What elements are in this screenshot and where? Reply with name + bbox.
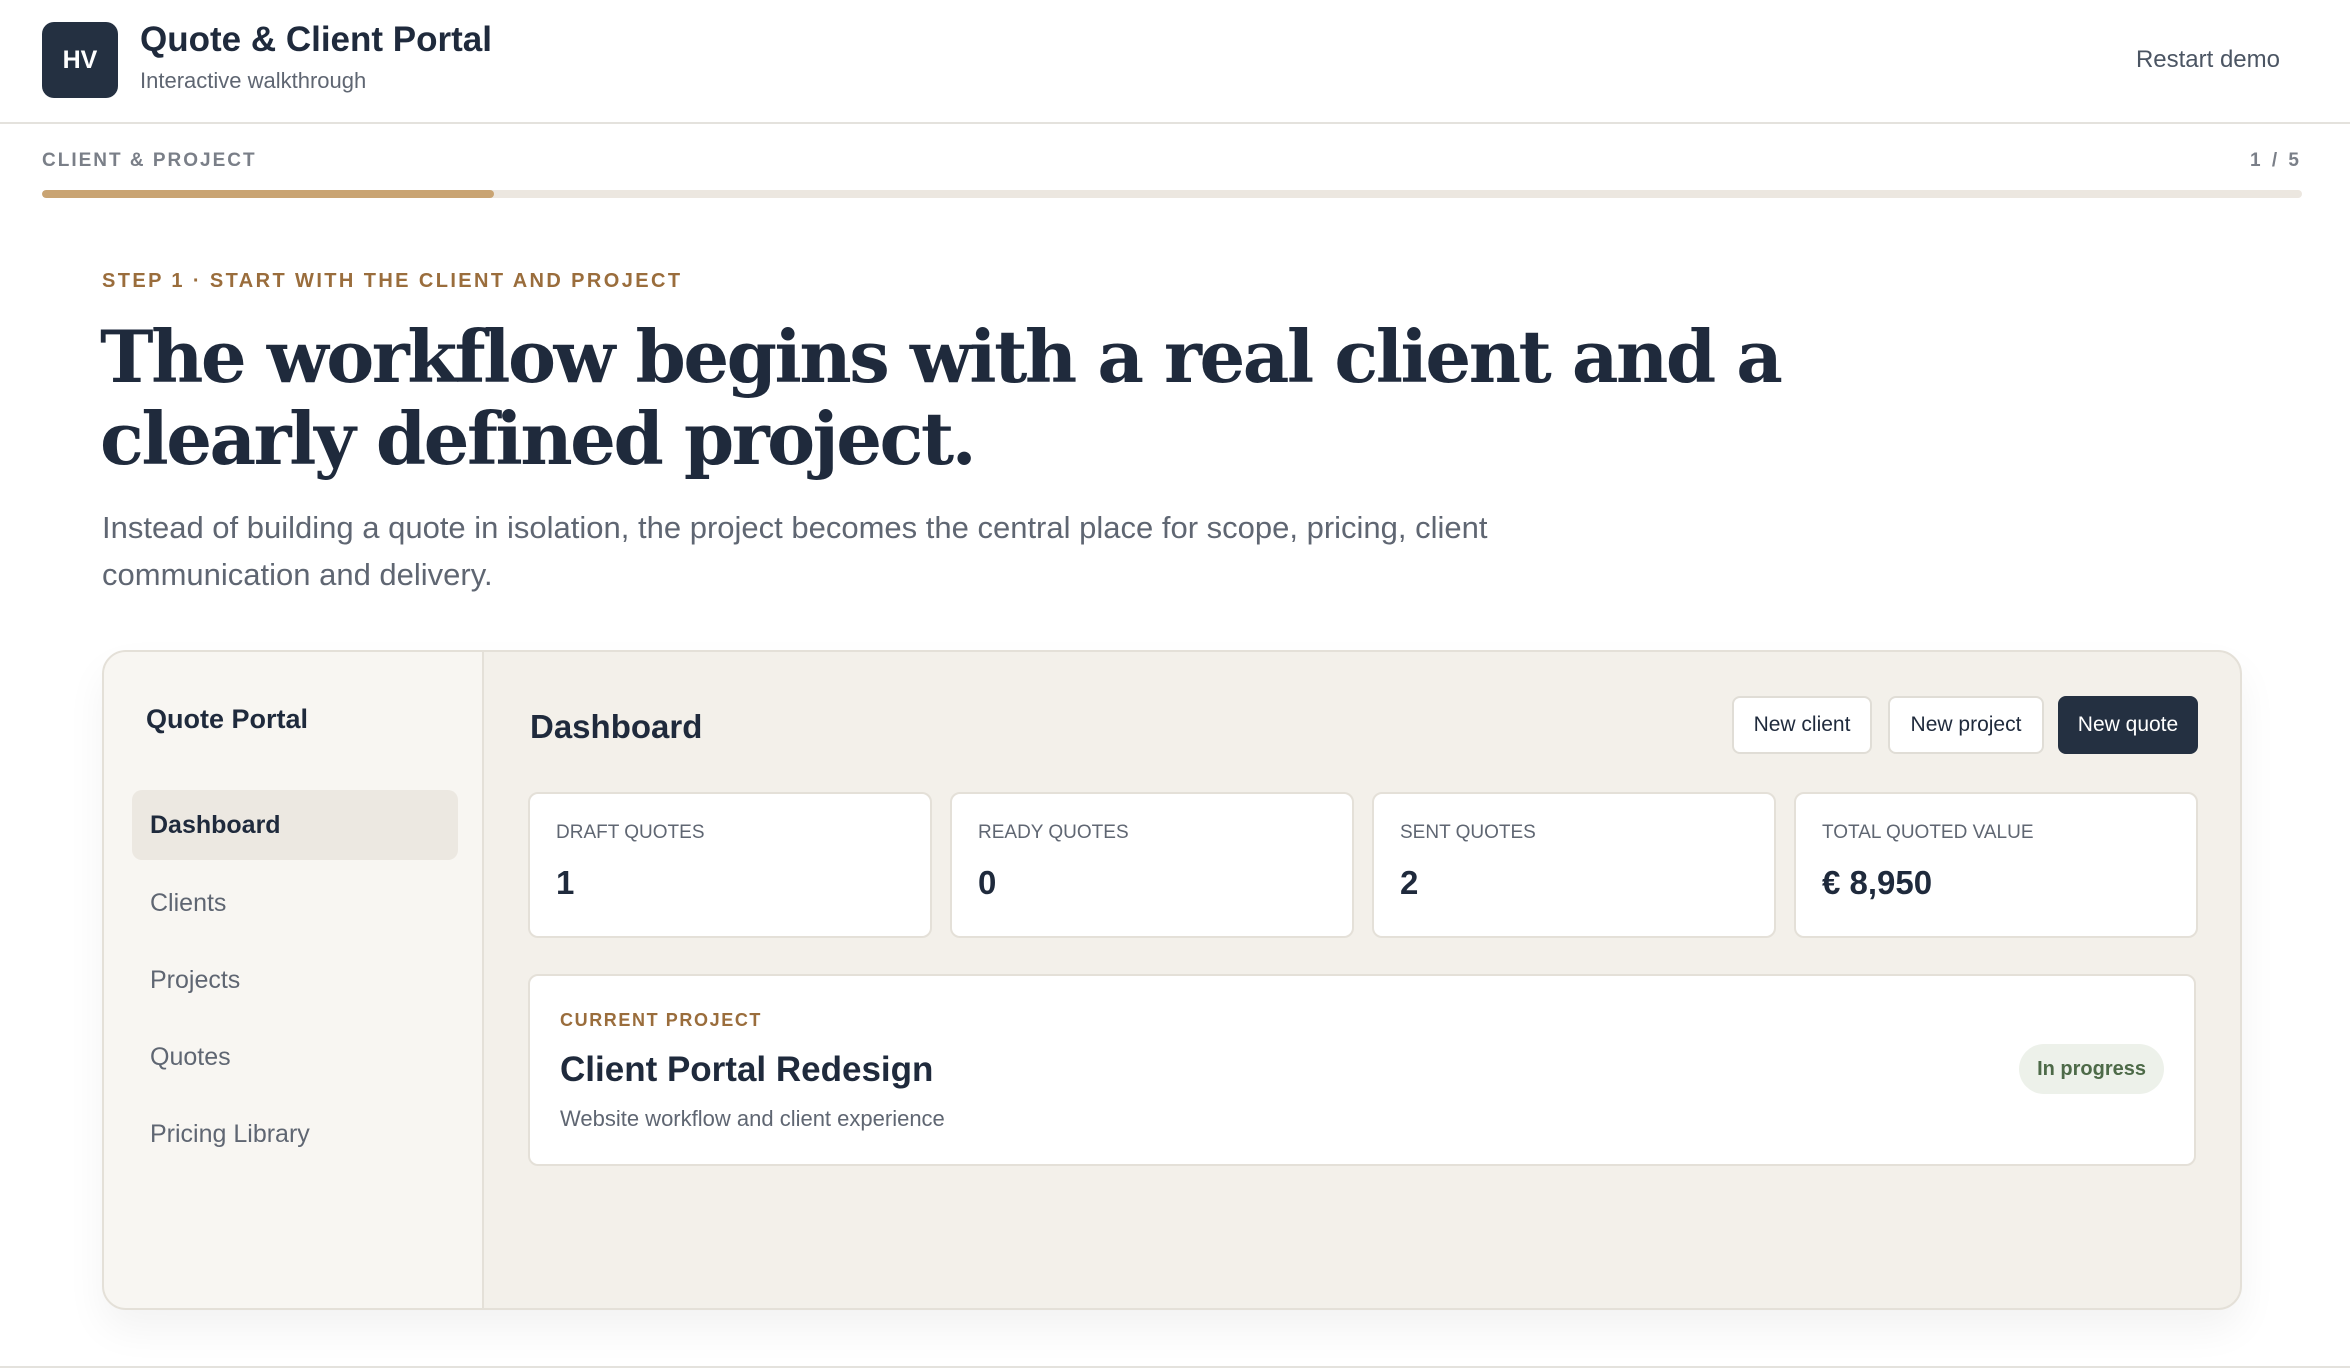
stat-label: SENT QUOTES [1400, 822, 1536, 843]
stat-label: TOTAL QUOTED VALUE [1822, 822, 2034, 843]
project-name: Client Portal Redesign [560, 1050, 934, 1089]
app-subtitle: Interactive walkthrough [140, 68, 367, 93]
stat-value: 0 [978, 864, 997, 901]
stat-card-ready-quotes: READY QUOTES 0 [950, 792, 1354, 938]
progress-step-label: CLIENT & PROJECT [42, 150, 257, 171]
top-bar: HV Quote & Client Portal Interactive wal… [0, 0, 2350, 124]
stat-label: READY QUOTES [978, 822, 1129, 843]
progress-bar-fill [42, 190, 494, 198]
sidebar-item-label: Dashboard [150, 810, 281, 839]
stat-card-sent-quotes: SENT QUOTES 2 [1372, 792, 1776, 938]
sidebar-item-label: Clients [150, 888, 227, 917]
step-label: STEP 1 · START WITH THE CLIENT AND PROJE… [102, 270, 683, 292]
new-quote-button[interactable]: New quote [2058, 696, 2198, 754]
sidebar-item-clients[interactable]: Clients [132, 868, 458, 938]
app-logo: HV [42, 22, 118, 98]
progress-step-count: 1 / 5 [2250, 150, 2302, 171]
progress-bar [42, 190, 2302, 198]
headline: The workflow begins with a real client a… [100, 314, 1783, 481]
current-project-card[interactable]: CURRENT PROJECT Client Portal Redesign W… [528, 974, 2196, 1166]
stat-value: € 8,950 [1822, 864, 1933, 901]
lead-paragraph: Instead of building a quote in isolation… [102, 510, 1488, 592]
sidebar-item-quotes[interactable]: Quotes [132, 1022, 458, 1092]
stat-value: 1 [556, 864, 575, 901]
bottom-divider [0, 1366, 2350, 1368]
new-project-button[interactable]: New project [1888, 696, 2044, 754]
portal-title: Quote Portal [146, 704, 309, 734]
new-client-button[interactable]: New client [1732, 696, 1872, 754]
dashboard-title: Dashboard [530, 708, 703, 745]
sidebar-item-pricing-library[interactable]: Pricing Library [132, 1099, 458, 1169]
sidebar-item-label: Pricing Library [150, 1119, 310, 1148]
stat-card-total-quoted-value: TOTAL QUOTED VALUE € 8,950 [1794, 792, 2198, 938]
portal-sidebar: Quote Portal Dashboard Clients Projects … [104, 652, 484, 1308]
project-kicker: CURRENT PROJECT [560, 1010, 763, 1030]
dashboard-panel: Dashboard New client New project New quo… [484, 652, 2240, 1308]
sidebar-item-dashboard[interactable]: Dashboard [132, 790, 458, 860]
restart-demo-button[interactable]: Restart demo [2136, 46, 2280, 74]
project-description: Website workflow and client experience [560, 1106, 945, 1131]
sidebar-item-projects[interactable]: Projects [132, 945, 458, 1015]
stat-card-draft-quotes: DRAFT QUOTES 1 [528, 792, 932, 938]
sidebar-item-label: Projects [150, 965, 241, 994]
stat-label: DRAFT QUOTES [556, 822, 705, 843]
app-title: Quote & Client Portal [140, 20, 492, 59]
sidebar-item-label: Quotes [150, 1042, 231, 1071]
portal-preview: Quote Portal Dashboard Clients Projects … [102, 650, 2242, 1310]
stat-value: 2 [1400, 864, 1419, 901]
status-badge: In progress [2019, 1044, 2164, 1094]
